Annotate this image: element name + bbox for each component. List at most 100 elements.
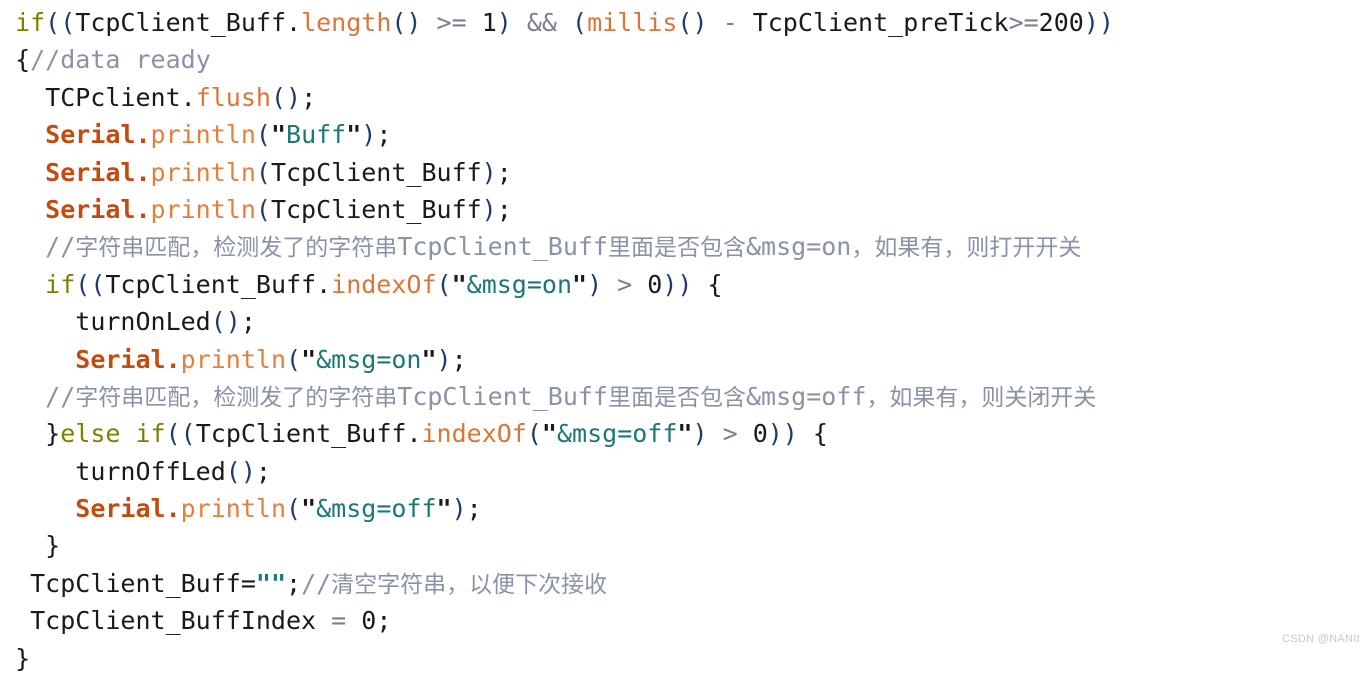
code-token-object: Serial: [75, 494, 166, 524]
code-token-punct: (: [286, 494, 302, 524]
code-token-punct: ): [481, 194, 497, 224]
code-line: TcpClient_BuffIndex = 0;: [0, 602, 1368, 639]
code-token-method: println: [150, 120, 256, 150]
code-token-comment-cjk: 字符串匹配，检测发了的字符串: [75, 384, 398, 411]
code-token-object: .: [135, 194, 151, 224]
code-token-object: .: [135, 120, 151, 150]
code-token-method: println: [180, 344, 286, 374]
code-token-plain: ;: [301, 82, 317, 112]
code-token-punct: ): [451, 494, 467, 524]
code-token-plain: .: [286, 8, 302, 37]
code-token-method: println: [150, 157, 256, 187]
code-token-brace: {: [797, 419, 828, 449]
code-token-comment-cjk: 里面是否包含: [607, 384, 746, 411]
code-token-num: 200: [1038, 8, 1084, 37]
code-line: if((TcpClient_Buff.length() >= 1) && (mi…: [0, 4, 1368, 41]
code-token-op: =: [316, 606, 362, 636]
code-token-punct: (): [225, 456, 256, 486]
code-token-object: Serial: [75, 344, 166, 374]
code-token-comment: //: [45, 232, 76, 262]
code-line: Serial.println(TcpClient_Buff);: [0, 191, 1368, 228]
code-token-func: length: [301, 8, 392, 37]
code-token-comment: TcpClient_Buff: [397, 232, 608, 262]
code-token-plain: ;: [451, 344, 467, 374]
code-token-punct: (): [210, 307, 241, 337]
code-token-plain: .: [180, 82, 196, 112]
code-token-comment-cjk: 里面是否包含: [607, 235, 746, 262]
code-token-plain: ;: [255, 456, 271, 486]
code-token-plain: TCPclient: [45, 82, 181, 112]
code-token-string: &msg=on: [466, 269, 572, 299]
code-token-plain: ;: [496, 157, 512, 187]
code-token-comment-cjk: ，如果有，则关闭开关: [866, 384, 1097, 411]
code-token-plain: TcpClient_Buff: [270, 194, 482, 224]
code-line: Serial.println("&msg=on");: [0, 341, 1368, 378]
code-token-brace: {: [15, 45, 31, 75]
code-token-punct: (): [677, 8, 708, 37]
code-token-punct: ): [361, 120, 377, 150]
code-token-plain: TcpClient_BuffIndex: [30, 606, 317, 636]
code-token-op: -: [707, 8, 753, 37]
code-token-plain: ;: [496, 194, 512, 224]
code-token-op: >: [707, 419, 753, 449]
code-line: //字符串匹配，检测发了的字符串TcpClient_Buff里面是否包含&msg…: [0, 378, 1368, 415]
code-token-comment: //data ready: [30, 45, 211, 75]
code-token-comment: &msg=on: [745, 232, 852, 262]
code-token-plain: TcpClient_Buff: [105, 269, 317, 299]
code-token-punct: (: [255, 194, 271, 224]
code-token-quote: ": [541, 419, 557, 449]
csdn-watermark: CSDN @NANIt: [1281, 633, 1360, 645]
code-token-num: 0: [361, 606, 377, 636]
code-token-object: Serial: [45, 194, 136, 224]
code-token-keyword: if: [45, 269, 76, 299]
code-token-comment: TcpClient_Buff: [397, 381, 608, 411]
code-token-plain: turnOffLed: [75, 456, 226, 486]
code-line: }: [0, 640, 1368, 677]
code-token-op: &&: [511, 8, 573, 37]
code-token-plain: TcpClient_preTick: [752, 8, 1009, 37]
code-token-object: .: [135, 157, 151, 187]
code-token-plain: .: [316, 269, 332, 299]
code-token-quote: ": [270, 120, 287, 150]
code-token-punct: )): [1083, 8, 1114, 37]
code-token-quote: ": [677, 419, 693, 449]
code-token-comment-cjk: ，如果有，则打开开关: [851, 235, 1082, 262]
code-token-func: millis: [587, 8, 678, 37]
code-token-brace: {: [692, 269, 723, 299]
code-token-punct: (: [255, 120, 271, 150]
code-token-quote: ": [346, 120, 362, 150]
code-line: {//data ready: [0, 41, 1368, 78]
code-block: if((TcpClient_Buff.length() >= 1) && (mi…: [0, 0, 1368, 677]
code-token-quote: ": [451, 269, 467, 299]
code-token-plain: ;: [240, 307, 256, 337]
code-token-comment-cjk: 清空字符串，以便下次接收: [331, 571, 608, 598]
code-token-string: Buff: [286, 120, 347, 150]
code-token-plain: ;: [376, 120, 392, 150]
code-token-string: &msg=off: [556, 419, 678, 449]
code-line: TcpClient_Buff="";//清空字符串，以便下次接收: [0, 565, 1368, 602]
code-token-punct: )): [767, 419, 798, 449]
code-token-plain: ;: [376, 606, 392, 636]
code-token-punct: (): [391, 8, 422, 37]
code-token-punct: (: [255, 157, 271, 187]
code-token-punct: ): [496, 8, 512, 37]
code-token-keyword: if: [135, 419, 166, 449]
code-token-punct: ): [436, 344, 452, 374]
code-token-op: >=: [421, 8, 482, 37]
code-token-quote: ": [436, 494, 452, 524]
code-token-plain: TcpClient_Buff: [270, 157, 482, 187]
code-token-plain: TcpClient_Buff: [75, 8, 286, 37]
code-token-punct: ((: [75, 269, 106, 299]
code-token-punct: (: [572, 8, 588, 37]
code-token-plain: TcpClient_Buff: [195, 419, 407, 449]
code-token-string: &msg=on: [316, 344, 422, 374]
